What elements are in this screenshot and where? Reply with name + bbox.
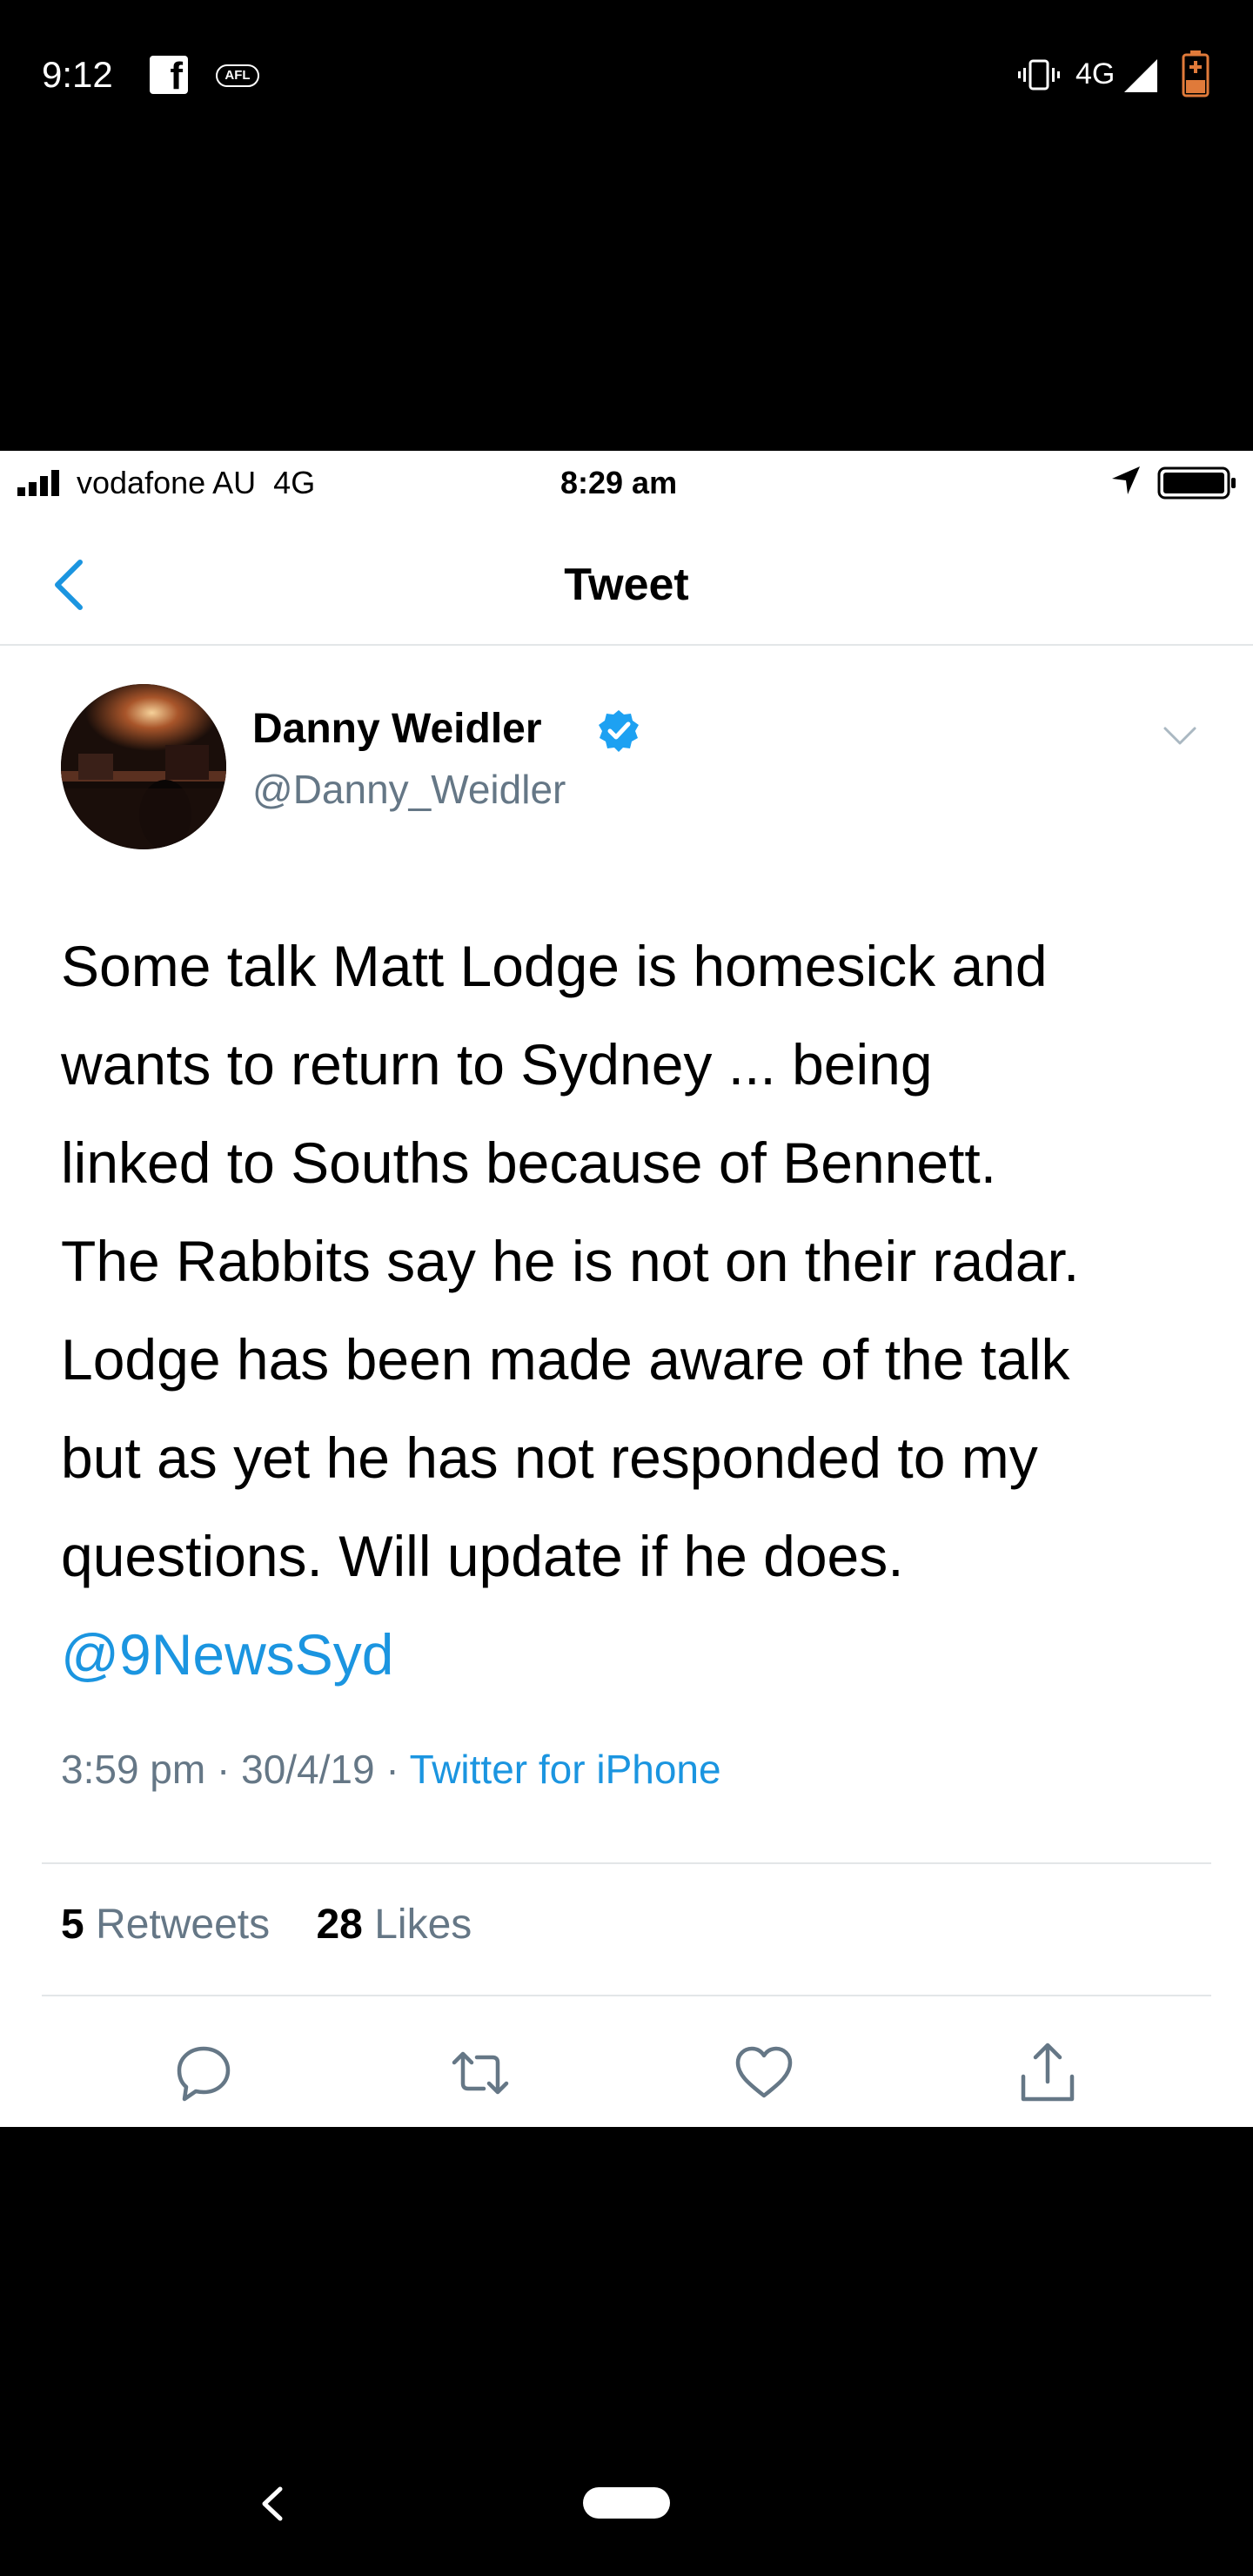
vibrate-icon [1018,59,1060,91]
divider [42,1862,1211,1864]
heart-icon[interactable] [733,2042,795,2104]
ios-battery-icon [1157,466,1236,500]
signal-icon [1124,59,1157,92]
afl-icon: AFL [216,64,259,87]
tweet-line: but as yet he has not responded to my [61,1426,1038,1490]
avatar[interactable] [61,684,226,849]
tweet-time: 3:59 pm [61,1747,206,1792]
tweet-date: 30/4/19 [241,1747,375,1792]
tweet-line: Some talk Matt Lodge is homesick and [61,934,1048,998]
tweet-stats: 5 Retweets 28 Likes [61,1901,472,1949]
tweet-source-link[interactable]: Twitter for iPhone [410,1747,721,1792]
tweet-timestamp: 3:59 pm · 30/4/19 · Twitter for iPhone [61,1747,721,1792]
tweet-line: wants to return to Sydney ... being [61,1032,933,1097]
cellular-signal-icon [17,470,59,496]
retweets-stat[interactable]: 5 Retweets [61,1902,270,1948]
navigation-bar: Tweet [0,519,1253,646]
home-pill[interactable] [583,2487,670,2519]
android-clock: 9:12 [42,54,113,95]
author-handle[interactable]: @Danny_Weidler [252,766,566,813]
tweet-line: questions. Will update if he does. [61,1524,904,1588]
avatar-image [61,684,226,849]
tweet-line: linked to Souths because of Bennett. [61,1130,997,1195]
location-arrow-icon [1112,466,1140,494]
tweet-line: The Rabbits say he is not on their radar… [61,1229,1080,1293]
carrier-label: vodafone AU 4G [77,465,316,500]
divider [42,1995,1211,1996]
tweet-screenshot: vodafone AU 4G 8:29 am Tweet Danny Weidl… [0,451,1253,2127]
share-icon[interactable] [1016,2042,1079,2104]
likes-stat[interactable]: 28 Likes [316,1902,472,1948]
back-icon[interactable] [259,2484,285,2524]
retweet-icon[interactable] [449,2042,512,2104]
android-status-bar: 9:12 f AFL 4G [0,0,1253,148]
ios-clock: 8:29 am [560,465,678,500]
ios-status-bar: vodafone AU 4G 8:29 am [0,451,1253,519]
battery-icon [1182,50,1209,97]
android-network-label: 4G [1075,57,1116,91]
reply-icon[interactable] [172,2042,235,2104]
android-navigation-bar [0,2437,1253,2576]
tweet-body: Some talk Matt Lodge is homesick and wan… [61,917,1209,1704]
mention-link[interactable]: @9NewsSyd [61,1606,1209,1704]
chevron-down-icon[interactable] [1163,726,1197,747]
verified-badge-icon [599,710,639,752]
facebook-icon: f [150,56,188,96]
page-title: Tweet [564,560,689,610]
tweet-line: Lodge has been made aware of the talk [61,1327,1070,1392]
author-name[interactable]: Danny Weidler [252,705,542,753]
